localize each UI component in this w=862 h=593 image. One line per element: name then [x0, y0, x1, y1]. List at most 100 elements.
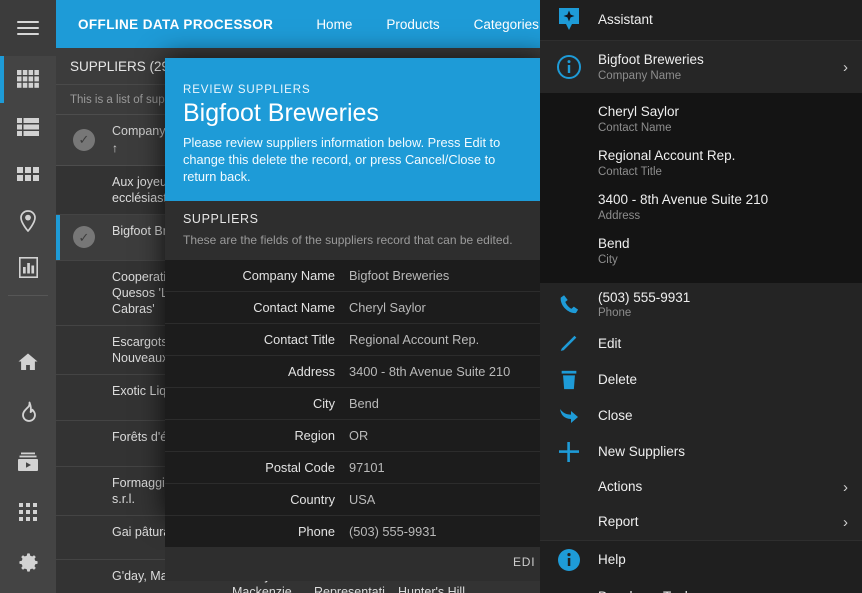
action-main: Close [598, 407, 633, 423]
rail-primary-group [0, 56, 56, 291]
menu-button[interactable] [0, 0, 56, 56]
nav-item-products[interactable]: Products [369, 0, 456, 48]
field-row-country[interactable]: Country USA [165, 484, 545, 517]
record-text: Bigfoot Breweries Company Name [598, 52, 837, 82]
field-row-company-name[interactable]: Company Name Bigfoot Breweries [165, 260, 545, 293]
select-all-checkbox[interactable]: ✓ [56, 115, 112, 165]
field-row-phone[interactable]: Phone (503) 555-9931 [165, 516, 545, 547]
check-circle-icon: ✓ [73, 128, 95, 151]
info-filled-icon [540, 548, 598, 572]
row-checkbox[interactable] [56, 375, 112, 420]
field-label: City [312, 396, 335, 412]
field-sub: Contact Title [598, 165, 662, 178]
chevron-right-icon[interactable]: › [837, 60, 848, 75]
map-pin-icon [20, 209, 36, 232]
edit-button[interactable]: EDIT [513, 555, 535, 569]
field-value: Regional Account Rep. [349, 332, 480, 348]
panel-action-close[interactable]: Close [540, 398, 862, 434]
sidebar-item-media[interactable] [0, 437, 56, 487]
panel-action-phone[interactable]: (503) 555-9931 Phone [540, 283, 862, 327]
field-sub: City [598, 253, 618, 266]
row-checkbox[interactable] [56, 467, 112, 515]
field-row-address[interactable]: Address 3400 - 8th Avenue Suite 210 [165, 356, 545, 389]
action-text: Report [598, 514, 837, 531]
nav-item-home[interactable]: Home [299, 0, 369, 48]
field-row-contact-title[interactable]: Contact Title Regional Account Rep. [165, 324, 545, 357]
field-row-postal-code[interactable]: Postal Code 97101 [165, 452, 545, 485]
chevron-right-icon[interactable]: › [837, 515, 848, 530]
app-brand-title: OFFLINE DATA PROCESSOR [78, 16, 274, 32]
field-row-region[interactable]: Region OR [165, 420, 545, 453]
check-circle-icon: ✓ [73, 226, 95, 249]
assistant-star-pin-icon [540, 7, 598, 33]
dialog-kicker: REVIEW SUPPLIERS [183, 84, 311, 96]
panel-action-report[interactable]: Report › [540, 505, 862, 540]
assistant-label: Assistant [598, 11, 653, 27]
action-sub: Phone [598, 307, 632, 320]
sidebar-item-home[interactable] [0, 337, 56, 387]
workspace-title: SUPPLIERS (29) [70, 58, 174, 74]
field-text: Cheryl Saylor Contact Name [598, 104, 848, 134]
sidebar-item-chart[interactable] [0, 244, 56, 291]
field-text: Bend City [598, 236, 848, 266]
panel-action-actions[interactable]: Actions › [540, 470, 862, 505]
field-value: USA [349, 492, 376, 508]
info-circle-icon [540, 54, 598, 80]
chevron-right-icon[interactable]: › [837, 480, 848, 495]
field-row-contact-name[interactable]: Contact Name Cheryl Saylor [165, 292, 545, 325]
dialog-header: REVIEW SUPPLIERS Bigfoot Breweries Pleas… [165, 58, 545, 202]
panel-field-contact-title[interactable]: Regional Account Rep. Contact Title [540, 141, 862, 185]
review-suppliers-dialog: REVIEW SUPPLIERS Bigfoot Breweries Pleas… [165, 58, 545, 582]
row-checkbox[interactable] [56, 560, 112, 593]
sidebar-item-trending[interactable] [0, 387, 56, 437]
row-checkbox[interactable] [56, 516, 112, 559]
sidebar-item-settings[interactable] [0, 537, 56, 587]
field-value: Bigfoot Breweries [349, 268, 450, 284]
field-label: Postal Code [265, 460, 335, 476]
field-value: OR [349, 428, 369, 444]
sidebar-item-list-rows[interactable] [0, 103, 56, 150]
panel-field-list: Cheryl Saylor Contact Name Regional Acco… [540, 93, 862, 283]
panel-action-list: (503) 555-9931 Phone Edit Delete Close N… [540, 282, 862, 541]
panel-field-city[interactable]: Bend City [540, 229, 862, 273]
panel-action-delete[interactable]: Delete [540, 362, 862, 398]
column-header-company-label: Company [112, 124, 166, 138]
devtools-main: Developer Tools [598, 589, 837, 593]
panel-field-address[interactable]: 3400 - 8th Avenue Suite 210 Address [540, 185, 862, 229]
check-glyph: ✓ [78, 229, 90, 245]
sidebar-item-apps[interactable] [0, 487, 56, 537]
field-value: Cheryl Saylor [349, 300, 426, 316]
pencil-icon [540, 333, 598, 355]
panel-item-record[interactable]: Bigfoot Breweries Company Name › [540, 41, 862, 93]
action-main: Report [598, 514, 639, 530]
panel-item-help[interactable]: Help [540, 541, 862, 579]
panel-item-developer-tools[interactable]: Developer Tools › [540, 579, 862, 593]
field-value: (503) 555-9931 [349, 524, 437, 540]
row-checkbox[interactable] [56, 421, 112, 466]
app-grid-icon [19, 503, 37, 521]
action-main: New Suppliers [598, 443, 686, 459]
field-label: Address [288, 364, 335, 380]
grid-table-icon [17, 69, 39, 88]
field-label: Region [294, 428, 335, 444]
row-checkbox[interactable] [56, 166, 112, 214]
panel-field-contact-name[interactable]: Cheryl Saylor Contact Name [540, 97, 862, 141]
assistant-label-wrap: Assistant [598, 12, 848, 29]
field-value: 97101 [349, 460, 385, 476]
field-value: 3400 - 8th Avenue Suite 210 [349, 364, 511, 380]
field-row-city[interactable]: City Bend [165, 388, 545, 421]
action-main: (503) 555-9931 [598, 289, 691, 305]
panel-action-new-suppliers[interactable]: New Suppliers [540, 434, 862, 470]
sidebar-item-grid-table[interactable] [0, 56, 56, 103]
panel-action-edit[interactable]: Edit [540, 326, 862, 362]
panel-item-assistant[interactable]: Assistant [540, 0, 862, 40]
row-checkbox[interactable] [56, 261, 112, 325]
sidebar-item-map[interactable] [0, 197, 56, 244]
home-icon [18, 353, 38, 370]
row-checkbox[interactable] [56, 326, 112, 374]
row-checkbox[interactable]: ✓ [56, 214, 112, 260]
sidebar-item-tiles[interactable] [0, 150, 56, 197]
action-text: Edit [598, 336, 848, 353]
list-rows-icon [17, 117, 39, 136]
rail-divider [8, 295, 48, 296]
